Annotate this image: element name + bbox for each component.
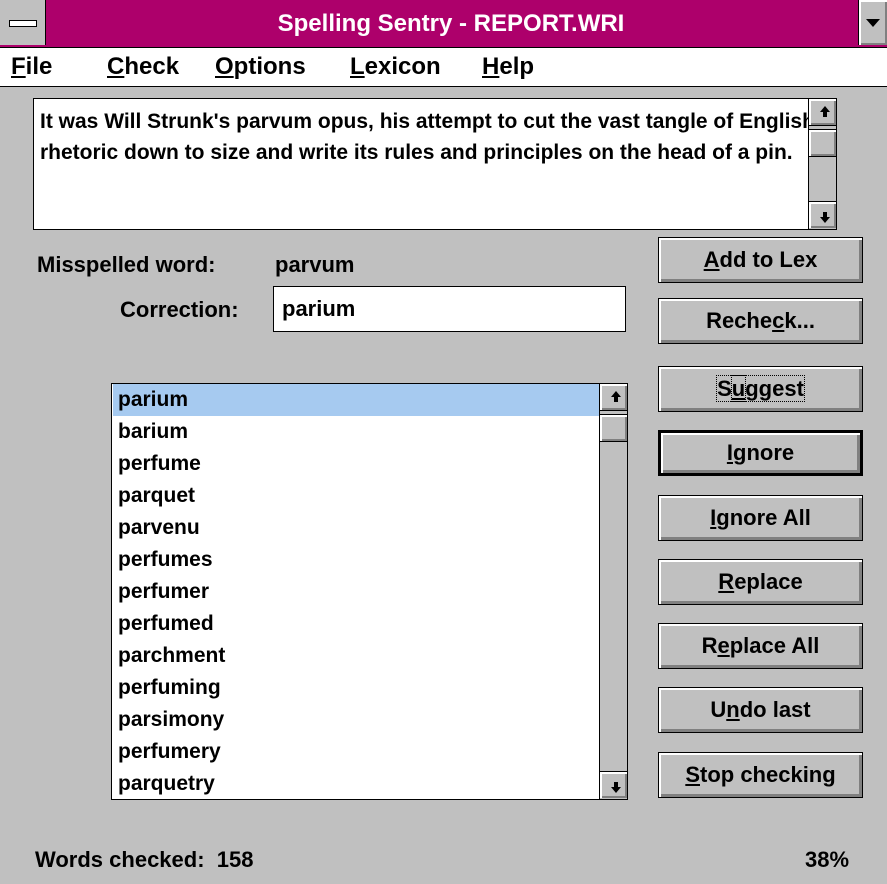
menu-bar: File Check Options Lexicon Help — [0, 48, 887, 87]
list-item[interactable]: parquetry — [118, 768, 215, 799]
menu-lexicon-label: Lexicon — [350, 53, 441, 80]
list-scroll-thumb[interactable] — [600, 414, 627, 442]
stop-checking-button[interactable]: Stop checking — [658, 752, 863, 798]
system-menu-icon[interactable] — [0, 0, 46, 45]
minimize-button[interactable] — [858, 0, 887, 45]
list-item[interactable]: parchment — [118, 640, 225, 672]
misspelled-word: parvum — [275, 252, 355, 277]
window-title: Spelling Sentry - REPORT.WRI — [277, 10, 625, 37]
replace-label: Replace — [718, 569, 803, 594]
ignore-button[interactable]: Ignore — [658, 430, 863, 476]
recheck-label: Recheck... — [706, 308, 815, 333]
list-item[interactable]: perfumes — [118, 544, 213, 576]
arrow-down-icon — [611, 782, 621, 793]
suggest-button[interactable]: Suggest — [658, 366, 863, 412]
menu-options[interactable]: Options — [215, 48, 306, 86]
suggestions-scrollbar[interactable] — [599, 384, 627, 799]
context-text: It was Will Strunk's parvum opus, his at… — [40, 110, 815, 164]
stop-checking-label: Stop checking — [685, 762, 836, 787]
list-item[interactable]: parium — [113, 384, 601, 416]
ignore-label: Ignore — [726, 440, 795, 465]
list-scroll-down-button[interactable] — [600, 771, 627, 798]
menu-lexicon[interactable]: Lexicon — [350, 48, 441, 86]
menu-options-label: Options — [215, 53, 306, 80]
add-to-lex-label: Add to Lex — [703, 247, 818, 272]
recheck-button[interactable]: Recheck... — [658, 298, 863, 344]
list-item[interactable]: perfume — [118, 448, 201, 480]
replace-all-label: Replace All — [701, 633, 820, 658]
list-item[interactable]: perfumery — [118, 736, 221, 768]
undo-last-label: Undo last — [710, 697, 811, 722]
correction-input[interactable]: parium — [273, 286, 626, 332]
scroll-thumb[interactable] — [809, 129, 836, 157]
title-bar: Spelling Sentry - REPORT.WRI — [0, 0, 887, 48]
context-text-box[interactable]: It was Will Strunk's parvum opus, his at… — [33, 98, 837, 230]
list-item[interactable]: perfumed — [118, 608, 214, 640]
replace-all-button[interactable]: Replace All — [658, 623, 863, 669]
menu-help-label: Help — [482, 53, 535, 80]
progress-percent: 38% — [805, 847, 850, 872]
correction-label: Correction: — [120, 297, 239, 322]
list-item[interactable]: barium — [118, 416, 188, 448]
arrow-down-icon — [820, 212, 830, 223]
list-item[interactable]: parsimony — [118, 704, 224, 736]
suggest-label: Suggest — [716, 375, 805, 402]
scroll-up-button[interactable] — [809, 99, 836, 126]
add-to-lex-button[interactable]: Add to Lex — [658, 237, 863, 283]
list-item[interactable]: parvenu — [118, 512, 200, 544]
misspelled-label: Misspelled word: — [37, 252, 216, 277]
suggestions-list[interactable]: parium barium perfume parquet parvenu perfume… — [111, 383, 628, 800]
words-checked-status: Words checked: 158 — [35, 847, 254, 873]
scroll-down-button[interactable] — [809, 201, 836, 228]
arrow-up-icon — [611, 391, 621, 402]
list-scroll-up-button[interactable] — [600, 384, 627, 411]
ignore-all-button[interactable]: Ignore All — [658, 495, 863, 541]
chevron-down-icon — [866, 19, 880, 27]
menu-file[interactable]: File — [11, 48, 52, 86]
words-checked-count: 158 — [216, 847, 254, 872]
list-item[interactable]: perfumer — [118, 576, 209, 608]
menu-help[interactable]: Help — [482, 48, 534, 86]
arrow-up-icon — [820, 106, 830, 117]
menu-file-label: File — [11, 53, 53, 80]
context-scrollbar[interactable] — [808, 98, 837, 230]
list-item[interactable]: perfuming — [118, 672, 221, 704]
undo-last-button[interactable]: Undo last — [658, 687, 863, 733]
replace-button[interactable]: Replace — [658, 559, 863, 605]
ignore-all-label: Ignore All — [710, 505, 811, 530]
menu-check[interactable]: Check — [107, 48, 179, 86]
list-item[interactable]: parquet — [118, 480, 195, 512]
words-checked-label: Words checked: — [35, 847, 205, 872]
menu-check-label: Check — [107, 53, 180, 80]
